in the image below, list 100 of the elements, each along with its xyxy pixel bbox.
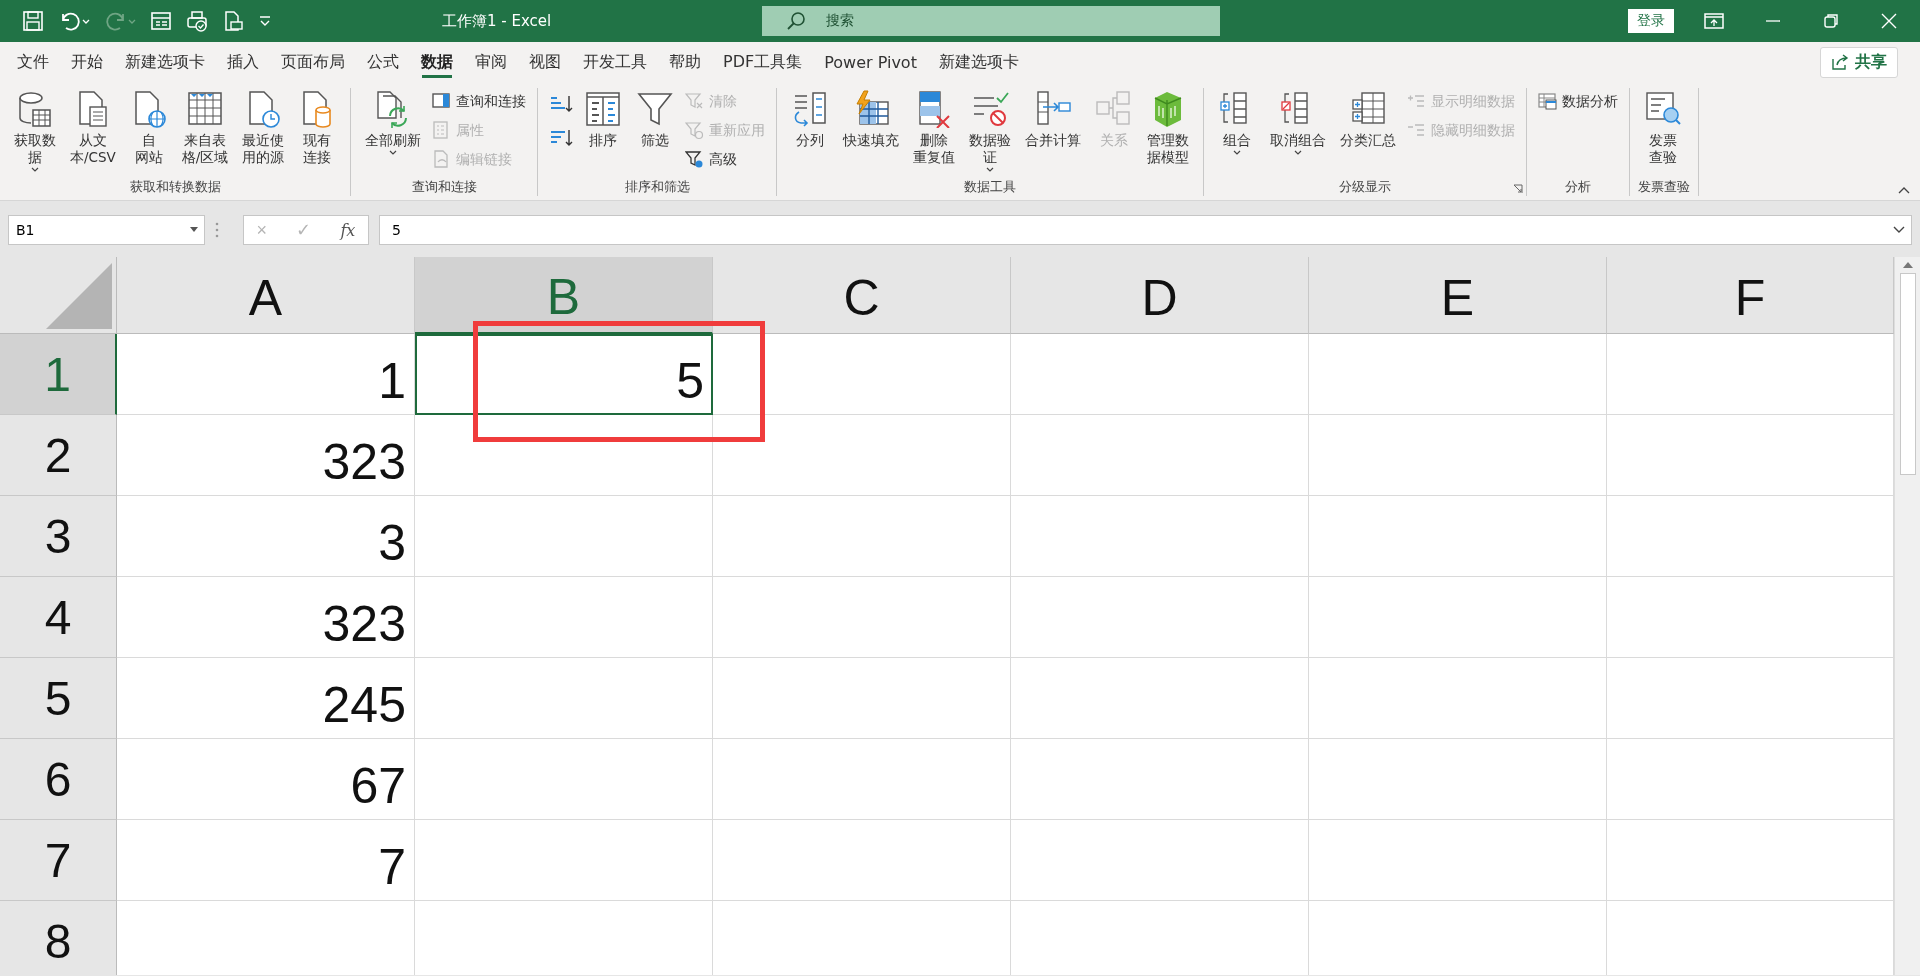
dropdown-caret-icon — [985, 166, 996, 174]
collapse-ribbon-icon[interactable] — [1898, 186, 1910, 194]
ribbon-button[interactable]: 分列 — [785, 88, 836, 151]
ribbon-tab[interactable]: 数据 — [410, 42, 464, 82]
ribbon-display-icon[interactable] — [1704, 12, 1724, 30]
share-icon — [1831, 53, 1849, 71]
ribbon-button[interactable]: 筛选 — [630, 88, 681, 151]
vertical-scrollbar[interactable] — [1894, 257, 1920, 975]
ribbon-button[interactable]: 删除 重复值 — [907, 88, 962, 168]
funnel-icon — [636, 90, 675, 128]
ribbon-tab[interactable]: 公式 — [356, 42, 410, 82]
row-header[interactable]: 4 — [0, 577, 117, 658]
row-header[interactable]: 7 — [0, 820, 117, 901]
ribbon-button[interactable]: 排序 — [578, 88, 629, 151]
restore-icon[interactable] — [1822, 12, 1840, 30]
ribbon-tab[interactable]: 视图 — [518, 42, 572, 82]
ribbon-tab[interactable]: Power Pivot — [813, 42, 928, 82]
share-button[interactable]: 共享 — [1820, 46, 1898, 78]
group-label: 分级显示 — [1339, 178, 1392, 196]
data-validation-icon — [971, 90, 1010, 128]
ribbon-tab[interactable]: 新建选项卡 — [114, 42, 216, 82]
sort-dialog-icon — [584, 90, 623, 128]
ribbon-button[interactable]: 数据分析 — [1535, 88, 1622, 115]
ribbon-tab[interactable]: 页面布局 — [270, 42, 356, 82]
ribbon-button[interactable]: 最近使 用的源 — [236, 88, 291, 168]
dialog-launcher-icon[interactable] — [1513, 184, 1524, 194]
group-label: 查询和连接 — [411, 178, 477, 196]
formula-input[interactable]: 5 — [379, 215, 1912, 245]
sign-in-button[interactable]: 登录 — [1628, 9, 1674, 33]
row-header[interactable]: 1 — [0, 334, 117, 415]
ribbon-button[interactable]: 合并计算 — [1019, 88, 1088, 151]
ribbon-button[interactable]: 数据验 证 — [963, 88, 1018, 176]
ribbon-tab[interactable]: 插入 — [216, 42, 270, 82]
dropdown-caret-icon — [1293, 149, 1304, 157]
ribbon-button[interactable]: 获取数 据 — [8, 88, 62, 176]
ribbon-button[interactable]: 查询和连接 — [429, 88, 530, 115]
search-field[interactable]: 搜索 — [762, 6, 1220, 36]
ribbon-tab[interactable]: 文件 — [6, 42, 60, 82]
ribbon-button[interactable]: 管理数 据模型 — [1141, 88, 1196, 168]
column-header[interactable]: E — [1309, 257, 1607, 334]
ribbon-tab[interactable]: 新建选项卡 — [927, 42, 1030, 82]
scrollbar-thumb[interactable] — [1899, 273, 1916, 475]
column-header[interactable]: A — [117, 257, 415, 334]
name-box[interactable]: B1 — [8, 215, 205, 245]
dropdown-caret-icon — [388, 149, 399, 157]
table-icon — [186, 90, 225, 128]
table-cell: 7 — [117, 820, 415, 901]
column-header[interactable]: F — [1607, 257, 1894, 334]
close-icon[interactable] — [1880, 12, 1898, 30]
save-icon[interactable] — [22, 10, 44, 32]
search-icon — [786, 11, 806, 31]
ribbon-button[interactable]: 取消组合 — [1264, 88, 1333, 159]
database-icon — [16, 90, 54, 128]
ribbon-tab[interactable]: 开发工具 — [572, 42, 658, 82]
scroll-up-icon[interactable] — [1902, 261, 1913, 269]
row-header[interactable]: 8 — [0, 901, 117, 975]
row-header[interactable]: 6 — [0, 739, 117, 820]
ribbon-button[interactable]: 快速填充 — [837, 88, 906, 151]
ribbon-button[interactable]: 全部刷新 — [359, 88, 428, 159]
search-placeholder: 搜索 — [826, 12, 854, 30]
ribbon-button[interactable]: 从文 本/CSV — [64, 88, 122, 168]
expand-caret-icon[interactable] — [1893, 226, 1905, 234]
sort-ascending-icon — [549, 94, 574, 114]
ribbon-button[interactable]: 来自表 格/区域 — [175, 88, 235, 168]
column-header[interactable]: D — [1011, 257, 1309, 334]
consolidate-icon — [1034, 90, 1073, 128]
ribbon-button[interactable]: 自 网站 — [123, 88, 174, 168]
table-cell: 323 — [117, 415, 415, 496]
table-cell: 3 — [117, 496, 415, 577]
column-header[interactable]: B — [415, 257, 713, 334]
row-header[interactable]: 2 — [0, 415, 117, 496]
row-header[interactable]: 5 — [0, 658, 117, 739]
reapply-filter-icon — [685, 120, 706, 141]
grip-icon[interactable] — [215, 222, 219, 238]
window-title: 工作簿1 - Excel — [442, 11, 553, 31]
sort-descending-icon — [549, 128, 574, 148]
ribbon-tab[interactable]: 审阅 — [464, 42, 518, 82]
table-cell: 323 — [117, 577, 415, 658]
ribbon-tab[interactable]: 帮助 — [658, 42, 712, 82]
group-label: 发票查验 — [1638, 178, 1691, 196]
ribbon-tab[interactable]: PDF工具集 — [712, 42, 814, 82]
table-cell: 245 — [117, 658, 415, 739]
table-cell: 1 — [117, 334, 415, 415]
table-cell: 67 — [117, 739, 415, 820]
ribbon-button[interactable]: 发票 查验 — [1638, 88, 1689, 168]
formula-button[interactable]: fx — [336, 220, 360, 240]
form-icon[interactable] — [150, 10, 172, 32]
column-header[interactable]: C — [713, 257, 1011, 334]
print-preview-icon[interactable] — [222, 10, 244, 32]
row-header[interactable]: 3 — [0, 496, 117, 577]
ribbon-button[interactable]: 高级 — [682, 146, 769, 173]
group-label: 数据工具 — [964, 178, 1017, 196]
dropdown-caret-icon — [1232, 149, 1243, 157]
group-label: 获取和转换数据 — [129, 178, 221, 196]
group-label: 排序和筛选 — [624, 178, 690, 196]
ribbon-button[interactable]: 现有 连接 — [292, 88, 343, 168]
ribbon-button[interactable]: 组合 — [1212, 88, 1263, 159]
ribbon-tab[interactable]: 开始 — [60, 42, 114, 82]
ribbon-button[interactable]: 分类汇总 — [1334, 88, 1403, 151]
printer-icon[interactable] — [186, 10, 208, 32]
